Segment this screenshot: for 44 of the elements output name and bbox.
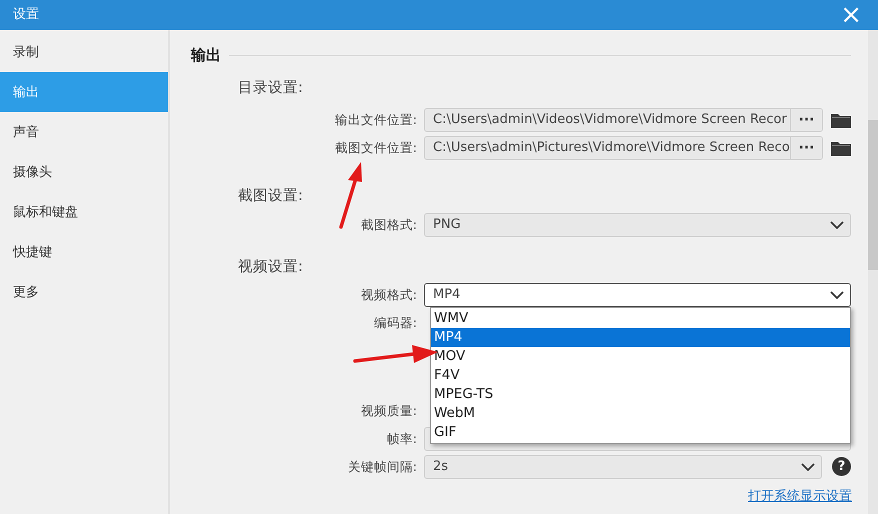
field-label: 视频格式: (360, 286, 418, 304)
sidebar-item[interactable]: 快捷键 (0, 232, 168, 272)
folder-icon[interactable] (831, 112, 851, 128)
sidebar-item[interactable]: 鼠标和键盘 (0, 192, 168, 232)
chevron-down-icon (830, 290, 844, 299)
field-label: 视频质量: (360, 402, 418, 420)
group-heading: 截图设置: (238, 187, 304, 206)
section-title: 输出 (191, 45, 221, 66)
chevron-down-icon (801, 462, 815, 471)
chevron-down-icon (830, 221, 844, 229)
dropdown-option[interactable]: F4V (431, 366, 850, 385)
group-heading: 视频设置: (238, 258, 304, 277)
dropdown-option[interactable]: WMV (431, 309, 850, 328)
path-field[interactable]: C:\Users\admin\Pictures\Vidmore\Vidmore Screen Reco ··· (424, 136, 823, 160)
dropdown-option[interactable]: MOV (431, 347, 850, 366)
window-title: 设置 (13, 6, 39, 24)
sidebar-item[interactable]: 更多 (0, 272, 168, 312)
path-field[interactable]: C:\Users\admin\Videos\Vidmore\Vidmore Screen Recor ··· (424, 108, 823, 132)
folder-icon[interactable] (831, 140, 851, 156)
field-label: 输出文件位置: (334, 111, 418, 130)
field-label: 帧率: (386, 430, 418, 448)
annotation-arrow (339, 162, 362, 229)
scrollbar-thumb[interactable] (868, 120, 878, 270)
dropdown[interactable]: 2s (424, 454, 822, 479)
dropdown[interactable]: MP4 (424, 282, 851, 307)
dropdown-option[interactable]: GIF (431, 423, 850, 442)
field-label: 截图格式: (360, 216, 418, 234)
dropdown-option[interactable]: MPEG-TS (431, 385, 850, 404)
field-label: 关键帧间隔: (346, 458, 418, 476)
close-button[interactable]: × (836, 2, 866, 28)
sidebar-item[interactable]: 声音 (0, 112, 168, 152)
dropdown-option[interactable]: MP4 (431, 328, 850, 347)
field-label: 编码器: (372, 314, 418, 332)
browse-button[interactable]: ··· (790, 109, 822, 132)
sidebar-item[interactable]: 录制 (0, 32, 168, 72)
help-icon[interactable]: ? (832, 457, 851, 476)
sidebar-item[interactable]: 摄像头 (0, 152, 168, 192)
dropdown-option[interactable]: WebM (431, 404, 850, 423)
field-label: 截图文件位置: (334, 139, 418, 158)
browse-button[interactable]: ··· (790, 137, 822, 160)
display-settings-link[interactable]: 打开系统显示设置 (748, 487, 852, 506)
dropdown[interactable]: PNG (424, 213, 851, 237)
scrollbar[interactable] (868, 30, 878, 514)
group-heading: 目录设置: (238, 78, 304, 98)
